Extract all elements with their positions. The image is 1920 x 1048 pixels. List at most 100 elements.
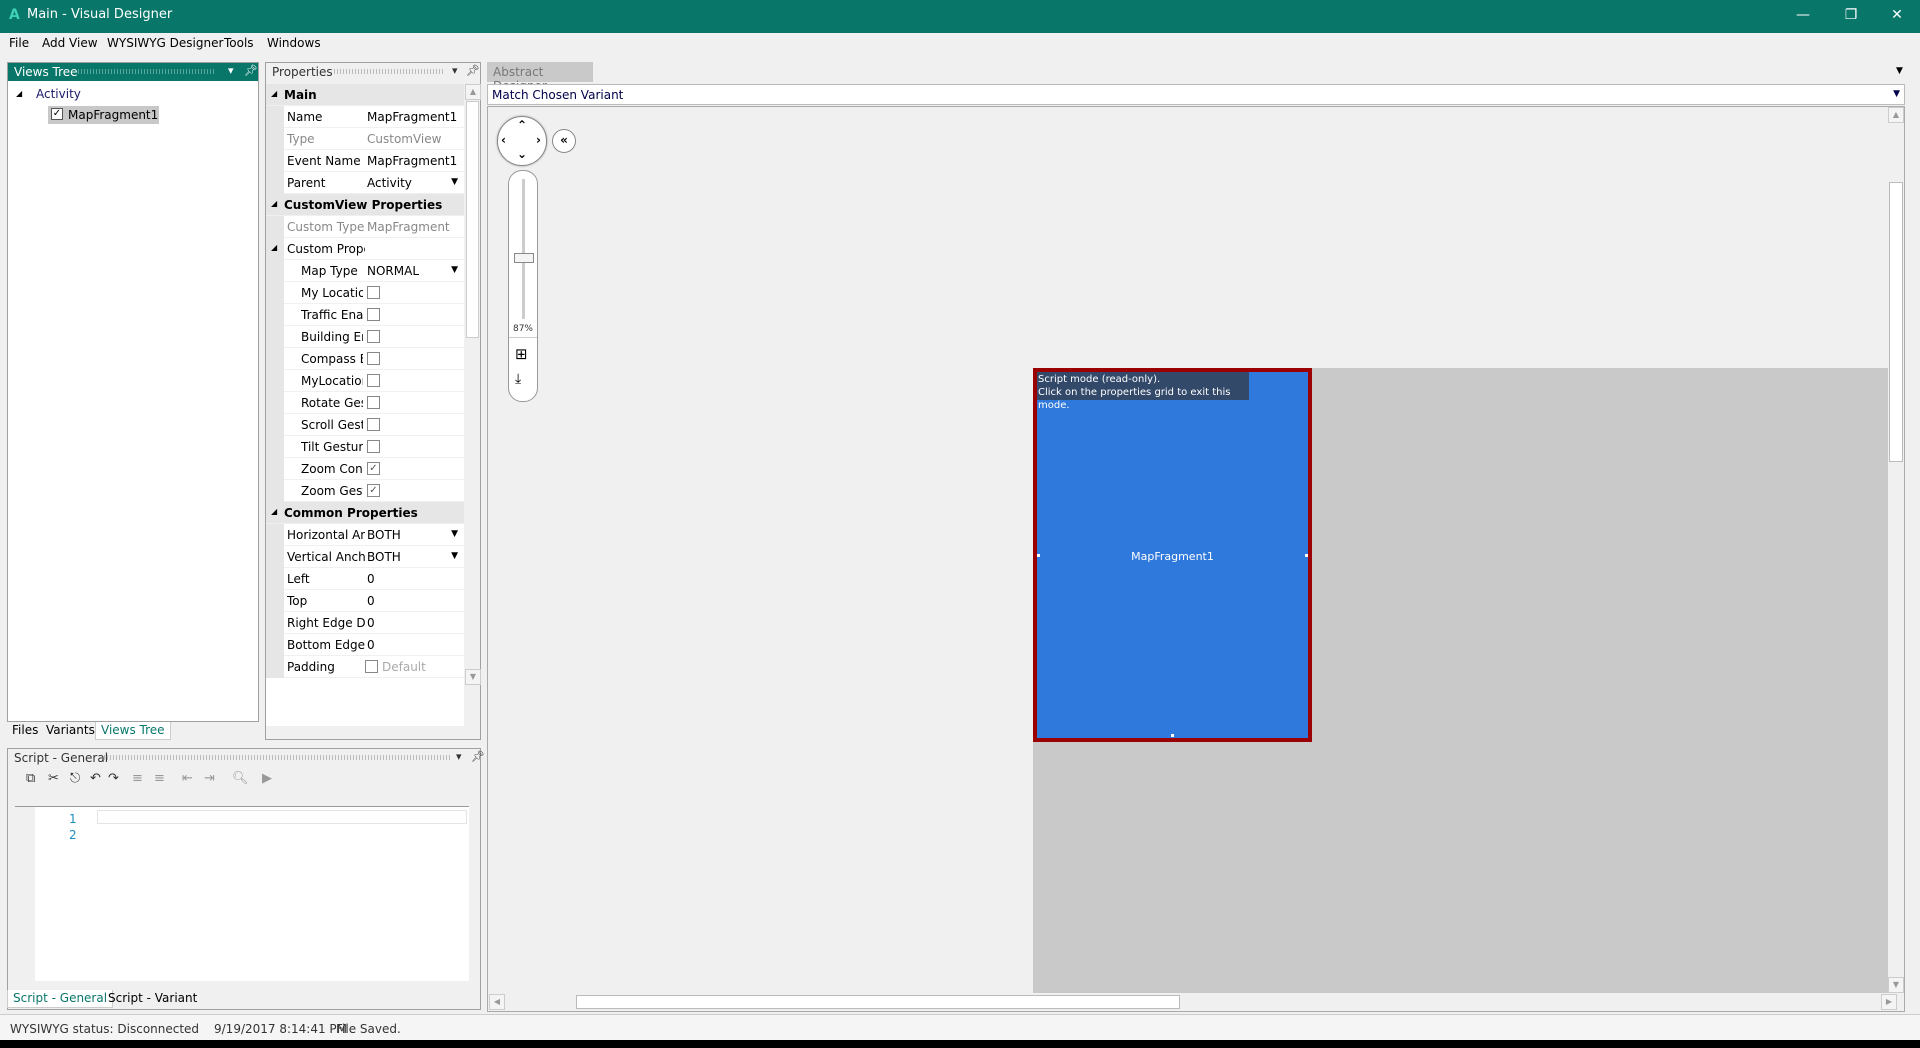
undo-icon[interactable]: ↶ bbox=[90, 771, 101, 786]
redo-icon[interactable]: ↷ bbox=[108, 771, 119, 786]
dropdown-arrow-icon: ▼ bbox=[451, 529, 458, 539]
copy-icon[interactable]: ⧉ bbox=[26, 771, 35, 786]
variant-select[interactable]: Match Chosen Variant ▼ bbox=[487, 84, 1905, 105]
cut-icon[interactable]: ✂ bbox=[48, 771, 59, 786]
uncomment-icon[interactable]: ≡ bbox=[154, 771, 165, 786]
resize-handle[interactable] bbox=[1171, 734, 1174, 737]
collapse-icon[interactable]: « bbox=[552, 129, 576, 153]
zoom-slider-thumb[interactable] bbox=[514, 253, 534, 264]
checkbox[interactable] bbox=[367, 352, 380, 365]
prop-checkbox-row[interactable]: Rotate Gest bbox=[266, 392, 464, 414]
drag-grip[interactable] bbox=[104, 755, 450, 760]
category-main[interactable]: ◢ Main bbox=[266, 84, 464, 106]
dropdown-icon[interactable]: ▼ bbox=[1896, 66, 1903, 76]
prop-parent[interactable]: Parent Activity ▼ bbox=[266, 172, 464, 194]
prop-checkbox-row[interactable]: Tilt Gesture bbox=[266, 436, 464, 458]
pin-icon[interactable]: 📌︎ bbox=[244, 64, 258, 77]
prop-row[interactable]: Vertical Ancho BOTH ▼ bbox=[266, 546, 464, 568]
checkbox[interactable] bbox=[367, 330, 380, 343]
prop-name[interactable]: Name MapFragment1 bbox=[266, 106, 464, 128]
tree-node-activity[interactable]: Activity bbox=[36, 87, 81, 101]
script-editor[interactable]: 1 2 bbox=[15, 806, 469, 982]
designer-hscrollbar[interactable]: ◀ ▶ bbox=[488, 993, 1897, 1011]
checkbox[interactable] bbox=[367, 286, 380, 299]
dropdown-icon[interactable]: ▾ bbox=[452, 64, 458, 77]
checkbox[interactable] bbox=[367, 396, 380, 409]
checkbox[interactable] bbox=[367, 374, 380, 387]
zoom-slider-track[interactable] bbox=[522, 179, 525, 319]
pan-up-icon: ⌃ bbox=[517, 118, 528, 132]
prop-row[interactable]: Bottom Edge 0 bbox=[266, 634, 464, 656]
close-icon[interactable]: ✕ bbox=[1874, 0, 1920, 33]
restore-icon[interactable]: ❐ bbox=[1828, 0, 1874, 33]
scroll-thumb[interactable] bbox=[466, 101, 479, 338]
properties-panel: Properties ▾ 📌︎ ◢ Main Name MapFragment1 T… bbox=[265, 62, 481, 740]
dropdown-icon[interactable]: ▾ bbox=[228, 64, 234, 77]
menu-windows[interactable]: Windows bbox=[267, 36, 321, 50]
outdent-icon[interactable]: ⇤ bbox=[182, 771, 193, 786]
menu-add-view[interactable]: Add View bbox=[42, 36, 98, 50]
checked-view-icon: ✓ bbox=[51, 108, 63, 120]
tab-files[interactable]: Files bbox=[7, 722, 43, 740]
prop-row[interactable]: Horizontal An BOTH ▼ bbox=[266, 524, 464, 546]
resize-handle[interactable] bbox=[1305, 554, 1308, 557]
prop-map-type[interactable]: Map Type NORMAL ▼ bbox=[266, 260, 464, 282]
pan-control[interactable]: ⌃ ‹ › ⌄ bbox=[497, 116, 547, 166]
paste-icon[interactable]: ⎋ bbox=[70, 771, 80, 786]
menu-wysiwyg-designer[interactable]: WYSIWYG Designer bbox=[107, 36, 223, 50]
prop-checkbox-row[interactable]: Zoom Cont ✓ bbox=[266, 458, 464, 480]
app-logo-icon: A bbox=[9, 7, 20, 23]
expand-triangle-icon[interactable]: ◢ bbox=[16, 89, 22, 98]
prop-checkbox-row[interactable]: Building Er bbox=[266, 326, 464, 348]
checkbox[interactable]: ✓ bbox=[367, 462, 380, 475]
scroll-thumb[interactable] bbox=[1889, 182, 1903, 462]
tree-node-mapfragment1[interactable]: ✓ MapFragment1 bbox=[48, 106, 159, 124]
prop-checkbox-row[interactable]: Traffic Enal bbox=[266, 304, 464, 326]
mapfragment-view[interactable]: Script mode (read-only). Click on the pro… bbox=[1033, 368, 1312, 742]
tab-abstract-designer[interactable]: Abstract Designer bbox=[487, 62, 593, 93]
tab-script-general[interactable]: Script - General bbox=[7, 990, 114, 1008]
comment-icon[interactable]: ≡ bbox=[132, 771, 143, 786]
category-customview[interactable]: ◢ CustomView Properties bbox=[266, 194, 464, 216]
drag-grip[interactable] bbox=[334, 69, 444, 74]
views-tree-title: Views Tree bbox=[14, 65, 78, 79]
prop-custom-properties[interactable]: ◢ Custom Prope bbox=[266, 238, 464, 260]
prop-checkbox-row[interactable]: My Locatio bbox=[266, 282, 464, 304]
pin-icon[interactable]: 📌︎ bbox=[466, 64, 480, 77]
run-icon[interactable]: ▶ bbox=[262, 771, 272, 786]
dropdown-icon[interactable]: ▾ bbox=[456, 750, 462, 763]
views-tabs: Files Variants Views Tree bbox=[7, 722, 259, 742]
prop-row[interactable]: Top 0 bbox=[266, 590, 464, 612]
prop-checkbox-row[interactable]: Compass E bbox=[266, 348, 464, 370]
menu-file[interactable]: File bbox=[9, 36, 29, 50]
prop-checkbox-row[interactable]: Scroll Gestu bbox=[266, 414, 464, 436]
tab-views-tree[interactable]: Views Tree bbox=[95, 722, 171, 740]
prop-checkbox-row[interactable]: Zoom Gest ✓ bbox=[266, 480, 464, 502]
tab-script-variant[interactable]: Script - Variant bbox=[103, 990, 202, 1008]
prop-event-name[interactable]: Event Name MapFragment1 bbox=[266, 150, 464, 172]
checkbox[interactable] bbox=[367, 418, 380, 431]
prop-row[interactable]: Left 0 bbox=[266, 568, 464, 590]
resize-handle[interactable] bbox=[1037, 554, 1040, 557]
prop-padding[interactable]: Padding Default bbox=[266, 656, 464, 678]
minimize-icon[interactable]: — bbox=[1780, 0, 1826, 33]
search-icon[interactable]: 🔍︎ bbox=[232, 771, 249, 786]
prop-row[interactable]: Right Edge Di 0 bbox=[266, 612, 464, 634]
prop-checkbox-row[interactable]: MyLocatioı bbox=[266, 370, 464, 392]
tab-variants[interactable]: Variants bbox=[41, 722, 100, 740]
designer-canvas[interactable]: ⌃ ‹ › ⌄ « 87% ⊞ ⤓ Script mode (read-only… bbox=[487, 106, 1905, 1012]
properties-scrollbar[interactable]: ▲ ▼ bbox=[465, 84, 481, 726]
drag-grip[interactable] bbox=[78, 69, 216, 74]
checkbox[interactable] bbox=[367, 308, 380, 321]
scroll-thumb[interactable] bbox=[576, 995, 1180, 1009]
designer-vscrollbar[interactable]: ▲ ▼ bbox=[1888, 107, 1904, 993]
indent-icon[interactable]: ⇥ bbox=[204, 771, 215, 786]
pin-icon[interactable]: 📌︎ bbox=[471, 750, 485, 763]
export-icon[interactable]: ⤓ bbox=[515, 371, 521, 387]
zoom-control: 87% ⊞ ⤓ bbox=[508, 170, 538, 402]
category-common[interactable]: ◢ Common Properties bbox=[266, 502, 464, 524]
checkbox[interactable]: ✓ bbox=[367, 484, 380, 497]
fit-to-screen-icon[interactable]: ⊞ bbox=[515, 345, 528, 363]
menu-tools[interactable]: Tools bbox=[224, 36, 254, 50]
checkbox[interactable] bbox=[367, 440, 380, 453]
